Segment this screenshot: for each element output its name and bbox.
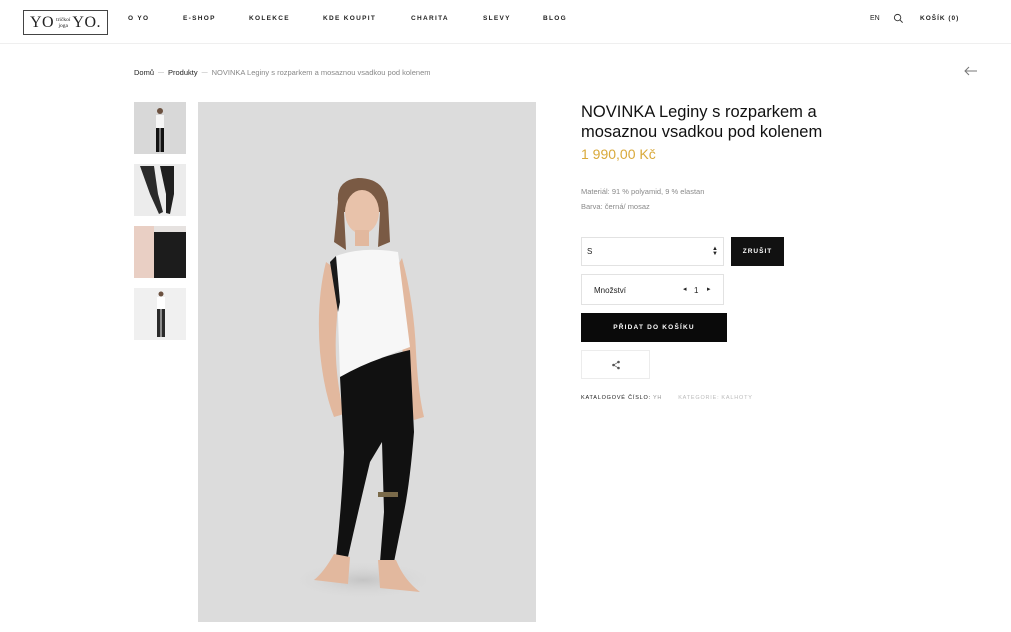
- product-thumbnail[interactable]: [134, 102, 186, 154]
- breadcrumb-separator: —: [201, 69, 208, 76]
- breadcrumb-separator: —: [158, 69, 165, 76]
- share-icon: [611, 360, 620, 369]
- select-arrows-icon: ▲ ▼: [712, 246, 718, 257]
- product-title: NOVINKA Leginy s rozparkem a mosaznou vs…: [581, 103, 823, 141]
- quantity-increase-icon[interactable]: ▸: [707, 285, 711, 293]
- product-material: Materiál: 91 % polyamid, 9 % elastan: [581, 187, 705, 196]
- nav-item-e-shop[interactable]: E-SHOP: [183, 15, 249, 22]
- main-nav: O YO E-SHOP KOLEKCE KDE KOUPIT CHARITA S…: [128, 15, 583, 22]
- logo-right: YO.: [72, 13, 102, 31]
- product-meta: KATALOGOVÉ ČÍSLO: YH KATEGORIE: KALHOTY: [581, 395, 753, 401]
- breadcrumb: Domů — Produkty — NOVINKA Leginy s rozpa…: [134, 68, 431, 77]
- sku-label: KATALOGOVÉ ČÍSLO:: [581, 395, 651, 401]
- thumbnail-detail-image: [134, 226, 186, 278]
- quantity-stepper: Množství ◂ 1 ▸: [581, 274, 724, 305]
- logo-middle: tričkoí joga: [56, 17, 70, 29]
- nav-item-kolekce[interactable]: KOLEKCE: [249, 15, 323, 22]
- clear-selection-button[interactable]: ZRUŠIT: [731, 237, 784, 266]
- logo[interactable]: YO tričkoí joga YO.: [23, 10, 108, 35]
- thumbnail-legs-image: [140, 166, 174, 214]
- thumbnail-model-image: [156, 108, 164, 152]
- share-button[interactable]: [581, 350, 650, 379]
- product-thumbnail[interactable]: [134, 164, 186, 216]
- nav-item-slevy[interactable]: SLEVY: [483, 15, 543, 22]
- model-figure-image: [288, 178, 438, 600]
- product-thumbnail[interactable]: [134, 288, 186, 340]
- logo-mid-bottom: joga: [58, 22, 68, 29]
- quantity-label: Množství: [594, 286, 627, 295]
- back-arrow-icon[interactable]: [964, 66, 978, 76]
- logo-left: YO: [29, 13, 55, 31]
- sku-value: YH: [652, 395, 663, 401]
- quantity-decrease-icon[interactable]: ◂: [683, 285, 687, 293]
- add-to-cart-button[interactable]: PŘIDAT DO KOŠÍKU: [581, 313, 727, 342]
- product-thumbnail[interactable]: [134, 226, 186, 278]
- site-header: YO tričkoí joga YO. O YO E-SHOP KOLEKCE …: [0, 0, 1011, 44]
- product-color: Barva: černá/ mosaz: [581, 201, 650, 211]
- product-main-image[interactable]: [198, 102, 536, 622]
- size-select[interactable]: S ▲ ▼: [581, 237, 724, 266]
- product-description: Materiál: 91 % polyamid, 9 % elastan Bar…: [581, 185, 704, 214]
- breadcrumb-home[interactable]: Domů: [134, 68, 154, 77]
- breadcrumb-current: NOVINKA Leginy s rozparkem a mosaznou vs…: [211, 68, 431, 77]
- nav-item-kde-koupit[interactable]: KDE KOUPIT: [323, 15, 411, 22]
- nav-item-charita[interactable]: CHARITA: [411, 15, 483, 22]
- category-label: KATEGORIE:: [678, 395, 720, 401]
- category-link[interactable]: KALHOTY: [721, 395, 752, 401]
- breadcrumb-products[interactable]: Produkty: [168, 68, 198, 77]
- nav-item-o-yo[interactable]: O YO: [128, 15, 183, 22]
- size-select-value: S: [587, 247, 593, 256]
- cart-link[interactable]: KOŠÍK (0): [920, 15, 959, 22]
- product-price: 1 990,00 Kč: [581, 146, 656, 162]
- thumbnail-back-image: [157, 291, 165, 337]
- language-switch[interactable]: EN: [870, 15, 880, 22]
- nav-item-blog[interactable]: BLOG: [543, 15, 583, 22]
- quantity-input[interactable]: 1: [694, 286, 698, 295]
- search-icon[interactable]: [893, 13, 904, 24]
